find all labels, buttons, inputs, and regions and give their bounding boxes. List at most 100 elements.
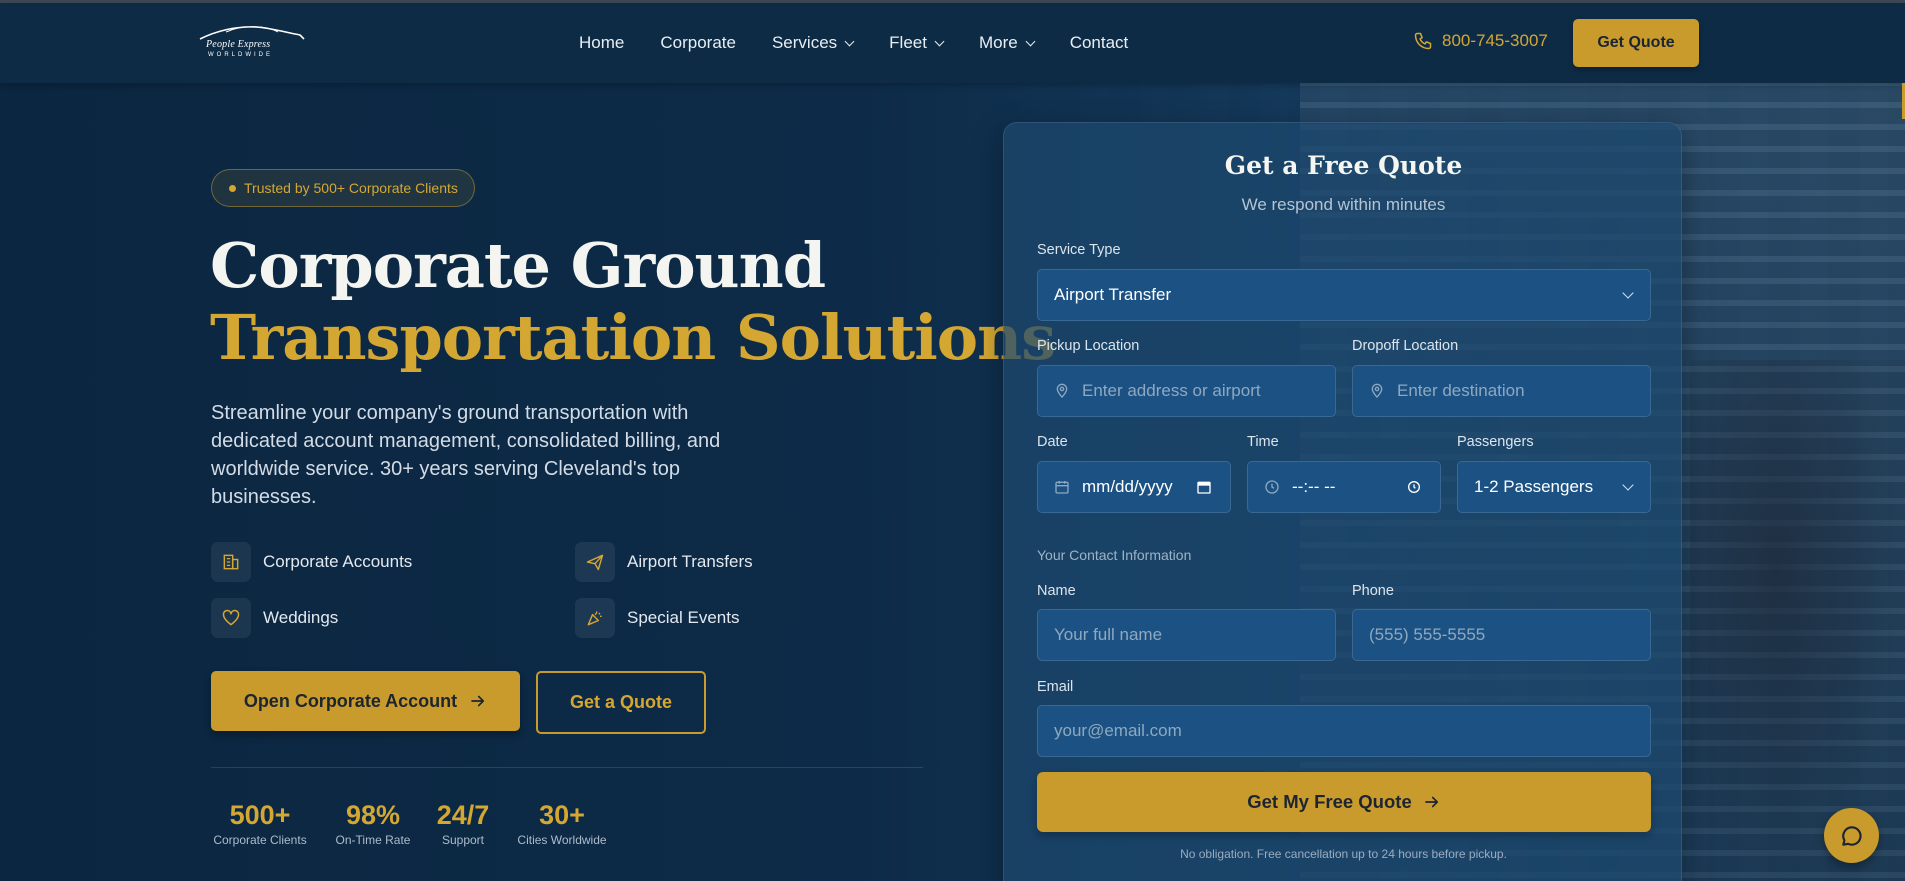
passengers-select[interactable]: 1-2 Passengers — [1457, 461, 1651, 513]
chat-bubble-icon — [1841, 825, 1862, 846]
phone-input[interactable]: (555) 555-5555 — [1352, 609, 1651, 661]
nav-home-label: Home — [579, 33, 625, 52]
chevron-down-icon — [844, 36, 855, 46]
dropoff-input[interactable]: Enter destination — [1352, 365, 1651, 417]
passengers-label: Passengers — [1457, 434, 1534, 450]
stat-value: 24/7 — [436, 800, 490, 830]
hero-title: Corporate Ground Transportation Solution… — [210, 229, 1056, 374]
name-placeholder: Your full name — [1054, 625, 1163, 644]
feature-label: Special Events — [627, 608, 740, 627]
hero-title-line2: Transportation Solutions — [210, 301, 1056, 374]
stat-label: Corporate Clients — [213, 833, 307, 847]
feature-special-events: Special Events — [575, 598, 739, 638]
nav-home[interactable]: Home — [579, 33, 624, 53]
stat-value: 500+ — [229, 800, 291, 830]
phone-link[interactable]: 800-745-3007 — [1413, 31, 1548, 51]
phone-number: 800-745-3007 — [1442, 31, 1548, 50]
chat-button[interactable] — [1824, 808, 1879, 863]
nav-fleet-label: Fleet — [889, 33, 927, 52]
feature-label: Airport Transfers — [627, 552, 753, 571]
chevron-down-icon — [934, 36, 945, 46]
nav-more[interactable]: More — [978, 33, 1036, 53]
stat-on-time: 98% On-Time Rate — [333, 800, 413, 847]
map-pin-icon — [1369, 383, 1385, 399]
phone-placeholder: (555) 555-5555 — [1369, 625, 1486, 644]
logo[interactable]: People Express WORLDWIDE — [196, 23, 308, 65]
feature-label: Corporate Accounts — [263, 552, 413, 571]
pickup-label: Pickup Location — [1037, 338, 1140, 354]
time-label: Time — [1247, 434, 1279, 450]
arrow-right-icon — [471, 695, 485, 707]
form-title: Get a Free Quote — [1224, 151, 1463, 180]
arrow-right-icon — [1424, 796, 1438, 808]
nav-corporate[interactable]: Corporate — [660, 33, 736, 53]
stat-value: 30+ — [539, 800, 585, 830]
name-input[interactable]: Your full name — [1037, 609, 1336, 661]
contact-section-heading: Your Contact Information — [1037, 547, 1192, 563]
form-subtitle: We respond within minutes — [1241, 195, 1446, 214]
trust-badge: Trusted by 500+ Corporate Clients — [211, 169, 475, 207]
time-placeholder: --:-- -- — [1292, 477, 1336, 496]
hero-title-line1: Corporate Ground — [210, 229, 826, 302]
quote-form-card: Get a Free Quote We respond within minut… — [1003, 122, 1682, 881]
feature-label: Weddings — [263, 608, 339, 627]
email-input[interactable]: your@email.com — [1037, 705, 1651, 757]
email-label: Email — [1037, 679, 1074, 695]
chevron-down-icon — [1622, 479, 1634, 491]
service-type-select[interactable]: Airport Transfer — [1037, 269, 1651, 321]
date-label: Date — [1037, 434, 1068, 450]
nav-fleet[interactable]: Fleet — [889, 33, 945, 53]
submit-label: Get My Free Quote — [1247, 791, 1412, 812]
open-corporate-account-button[interactable]: Open Corporate Account — [211, 671, 520, 731]
date-picker-icon[interactable] — [1196, 479, 1212, 495]
building-icon — [211, 542, 251, 582]
logo-text: People Express — [206, 39, 271, 50]
service-type-value: Airport Transfer — [1054, 285, 1172, 304]
feature-airport-transfers: Airport Transfers — [575, 542, 753, 582]
date-input[interactable]: mm/dd/yyyy — [1037, 461, 1231, 513]
passengers-value: 1-2 Passengers — [1474, 477, 1594, 496]
feature-corporate-accounts: Corporate Accounts — [211, 542, 412, 582]
nav-services-label: Services — [771, 33, 838, 52]
dropoff-placeholder: Enter destination — [1397, 381, 1525, 400]
pickup-placeholder: Enter address or airport — [1082, 381, 1261, 400]
stat-value: 98% — [345, 800, 401, 830]
date-placeholder: mm/dd/yyyy — [1082, 477, 1173, 496]
open-corporate-account-label: Open Corporate Account — [243, 690, 458, 711]
calendar-icon — [1054, 479, 1070, 495]
nav-contact-label: Contact — [1069, 33, 1129, 52]
get-quote-button[interactable]: Get Quote — [1573, 19, 1699, 67]
chevron-down-icon — [1622, 287, 1634, 299]
stat-support: 24/7 Support — [433, 800, 493, 847]
clock-icon — [1264, 479, 1280, 495]
time-picker-icon[interactable] — [1406, 479, 1422, 495]
party-icon — [575, 598, 615, 638]
stat-label: On-Time Rate — [335, 833, 411, 847]
plane-icon — [575, 542, 615, 582]
heart-icon — [211, 598, 251, 638]
site-header: People Express WORLDWIDE Home Corporate … — [0, 3, 1905, 83]
main-nav: Home Corporate Services Fleet More Conta… — [579, 3, 1164, 83]
nav-contact[interactable]: Contact — [1070, 33, 1129, 53]
time-input[interactable]: --:-- -- — [1247, 461, 1441, 513]
form-disclaimer: No obligation. Free cancellation up to 2… — [1180, 847, 1507, 861]
phone-label: Phone — [1352, 583, 1394, 599]
chauffeur-photo — [1690, 360, 1905, 881]
name-label: Name — [1037, 583, 1076, 599]
chevron-down-icon — [1025, 36, 1036, 46]
dropoff-label: Dropoff Location — [1352, 338, 1459, 354]
logo-subtext: WORLDWIDE — [208, 52, 273, 58]
feature-weddings: Weddings — [211, 598, 338, 638]
get-a-quote-button[interactable]: Get a Quote — [536, 671, 706, 734]
nav-corporate-label: Corporate — [660, 33, 736, 52]
nav-more-label: More — [978, 33, 1018, 52]
get-my-free-quote-button[interactable]: Get My Free Quote — [1037, 772, 1651, 832]
map-pin-icon — [1054, 383, 1070, 399]
pickup-input[interactable]: Enter address or airport — [1037, 365, 1336, 417]
stat-cities: 30+ Cities Worldwide — [513, 800, 611, 847]
stat-label: Support — [441, 833, 485, 847]
phone-icon — [1414, 32, 1432, 50]
email-placeholder: your@email.com — [1054, 721, 1182, 740]
nav-services[interactable]: Services — [771, 33, 855, 53]
service-type-label: Service Type — [1037, 242, 1121, 258]
